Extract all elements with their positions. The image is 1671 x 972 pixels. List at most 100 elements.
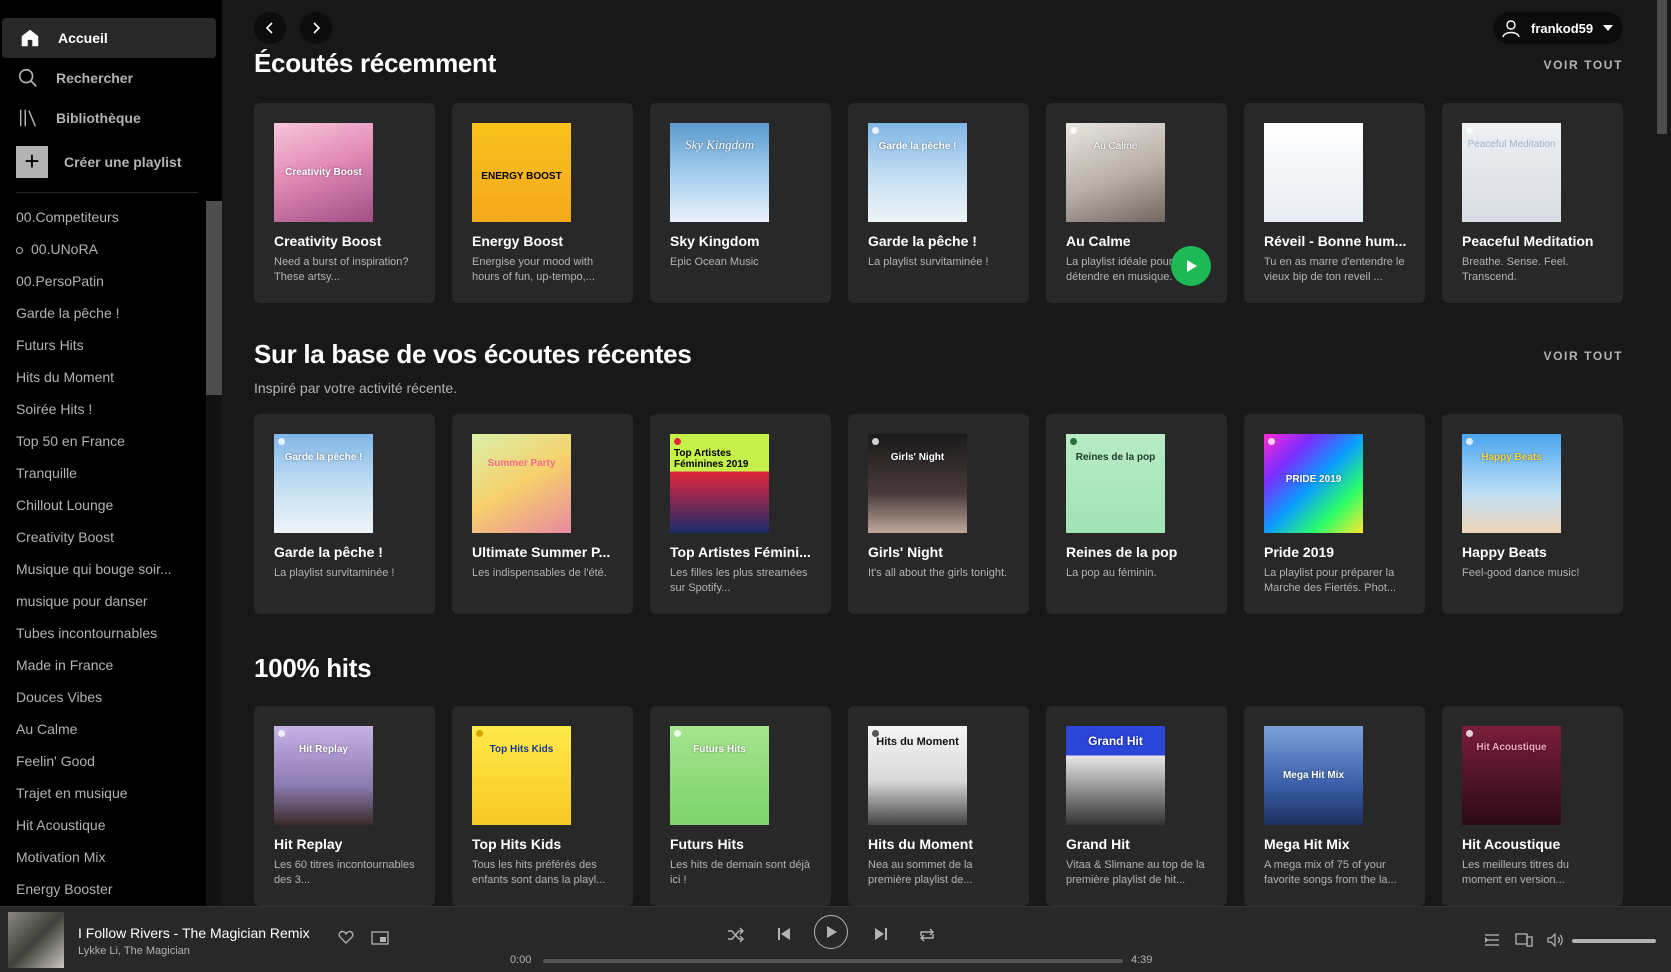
playlist-item[interactable]: musique pour danser xyxy=(0,585,200,617)
cover-label: Sky Kingdom xyxy=(685,137,754,152)
forward-button[interactable] xyxy=(300,12,332,44)
heart-icon[interactable] xyxy=(338,929,354,950)
playlist-item[interactable]: Garde la pêche ! xyxy=(0,297,200,329)
playlist-cover: PRIDE 2019 xyxy=(1264,434,1363,533)
spotify-logo-icon xyxy=(1466,438,1473,445)
spotify-logo-icon xyxy=(674,438,681,445)
playlist-card[interactable]: Garde la pêche ! Garde la pêche ! La pla… xyxy=(254,414,435,614)
playlist-card[interactable]: Grand Hit Grand Hit Vitaa & Slimane au t… xyxy=(1046,706,1227,906)
previous-button[interactable] xyxy=(777,927,791,941)
playlist-card[interactable]: Happy Beats Happy Beats Feel-good dance … xyxy=(1442,414,1623,614)
playlist-item[interactable]: Creativity Boost xyxy=(0,521,200,553)
now-playing-bar: I Follow Rivers - The Magician Remix Lyk… xyxy=(0,906,1671,972)
cover-label: Au Calme xyxy=(1093,141,1138,152)
sidebar-scrollbar[interactable] xyxy=(206,201,222,906)
playlist-card[interactable]: Hit Acoustique Hit Acoustique Les meille… xyxy=(1442,706,1623,906)
playlist-item[interactable]: Trajet en musique xyxy=(0,777,200,809)
playlist-item[interactable]: Feelin' Good xyxy=(0,745,200,777)
repeat-button[interactable] xyxy=(918,927,936,943)
playlist-item[interactable]: Au Calme xyxy=(0,713,200,745)
devices-button[interactable] xyxy=(1515,933,1533,947)
playlist-card[interactable]: Top Hits Kids Top Hits Kids Tous les hit… xyxy=(452,706,633,906)
card-row: Hit Replay Hit Replay Les 60 titres inco… xyxy=(254,706,1624,906)
now-playing-cover[interactable] xyxy=(8,912,64,968)
playlist-cover: Creativity Boost xyxy=(274,123,373,222)
volume-slider[interactable] xyxy=(1572,939,1656,943)
now-playing-title[interactable]: I Follow Rivers - The Magician Remix xyxy=(78,925,310,941)
playlist-card[interactable]: Girls' Night Girls' Night It's all about… xyxy=(848,414,1029,614)
see-all-link[interactable]: VOIR TOUT xyxy=(1543,349,1623,363)
playlist-cover: Reines de la pop xyxy=(1066,434,1165,533)
volume-button[interactable] xyxy=(1547,933,1565,947)
playlist-item[interactable]: Musique qui bouge soir... xyxy=(0,553,200,585)
playlist-item[interactable]: Tubes incontournables xyxy=(0,617,200,649)
playlist-card[interactable]: Hit Replay Hit Replay Les 60 titres inco… xyxy=(254,706,435,906)
main-scrollbar-thumb[interactable] xyxy=(1657,0,1667,134)
playlist-card[interactable]: Reines de la pop Reines de la pop La pop… xyxy=(1046,414,1227,614)
playlist-card[interactable]: Summer Party Ultimate Summer P... Les in… xyxy=(452,414,633,614)
queue-button[interactable] xyxy=(1484,933,1500,947)
playlist-item[interactable]: Futurs Hits xyxy=(0,329,200,361)
play-pause-button[interactable] xyxy=(814,915,848,949)
caret-down-icon xyxy=(1603,25,1613,31)
playlist-cover: Peaceful Meditation xyxy=(1462,123,1561,222)
playlist-item[interactable]: 00.UNoRA xyxy=(0,233,200,265)
card-description: A mega mix of 75 of your favorite songs … xyxy=(1264,859,1397,886)
play-button[interactable] xyxy=(1171,246,1211,286)
picture-in-picture-icon[interactable] xyxy=(371,931,389,950)
see-all-link[interactable]: VOIR TOUT xyxy=(1543,58,1623,72)
playlist-item[interactable]: 00.PersoPatin xyxy=(0,265,200,297)
shuffle-button[interactable] xyxy=(727,927,745,943)
playlist-card[interactable]: Garde la pêche ! Garde la pêche ! La pla… xyxy=(848,103,1029,303)
playlist-card[interactable]: Peaceful Meditation Peaceful Meditation … xyxy=(1442,103,1623,303)
repeat-icon xyxy=(920,928,934,942)
cover-label: Hit Acoustique xyxy=(1476,742,1547,753)
create-playlist-button[interactable]: + Créer une playlist xyxy=(16,146,182,178)
playlist-card[interactable]: Creativity Boost Creativity Boost Need a… xyxy=(254,103,435,303)
skip-back-icon xyxy=(778,928,790,940)
card-description: La pop au féminin. xyxy=(1066,567,1157,579)
devices-icon xyxy=(1515,933,1533,947)
playlist-item[interactable]: Chillout Lounge xyxy=(0,489,200,521)
now-playing-artist[interactable]: Lykke Li, The Magician xyxy=(78,945,190,957)
playlist-item[interactable]: Hits du Moment xyxy=(0,361,200,393)
nav-search[interactable]: Rechercher xyxy=(0,58,214,98)
next-button[interactable] xyxy=(874,927,888,941)
playlist-cover xyxy=(1264,123,1363,222)
playlist-card[interactable]: Futurs Hits Futurs Hits Les hits de dema… xyxy=(650,706,831,906)
playlist-item[interactable]: Tranquille xyxy=(0,457,200,489)
playlist-card[interactable]: Réveil - Bonne hum... Tu en as marre d'e… xyxy=(1244,103,1425,303)
card-description: Les meilleurs titres du moment en versio… xyxy=(1462,859,1569,886)
playlist-item[interactable]: Soirée Hits ! xyxy=(0,393,200,425)
playlist-item[interactable]: Douces Vibes xyxy=(0,681,200,713)
playlist-card[interactable]: ENERGY BOOST Energy Boost Energise your … xyxy=(452,103,633,303)
card-title: Reines de la pop xyxy=(1066,544,1178,560)
section-subtitle: Inspiré par votre activité récente. xyxy=(254,380,458,396)
playlist-item[interactable]: Top 50 en France xyxy=(0,425,200,457)
playlist-card[interactable]: PRIDE 2019 Pride 2019 La playlist pour p… xyxy=(1244,414,1425,614)
playlist-card[interactable]: Sky Kingdom Sky Kingdom Epic Ocean Music xyxy=(650,103,831,303)
cover-label: Reines de la pop xyxy=(1075,452,1156,463)
nav-home[interactable]: Accueil xyxy=(2,18,216,58)
nav-library[interactable]: Bibliothèque xyxy=(0,98,214,138)
user-menu-button[interactable]: frankod59 xyxy=(1493,12,1623,44)
spotify-logo-icon xyxy=(1466,127,1473,134)
playlist-item[interactable]: 00.Competiteurs xyxy=(0,201,200,233)
main-scrollbar[interactable] xyxy=(1655,0,1671,906)
playlist-item[interactable]: Motivation Mix xyxy=(0,841,200,873)
progress-bar[interactable] xyxy=(543,959,1123,963)
playlist-card[interactable]: Mega Hit Mix Mega Hit Mix A mega mix of … xyxy=(1244,706,1425,906)
playlist-cover: Happy Beats xyxy=(1462,434,1561,533)
playlist-card[interactable]: Au Calme Au Calme La playlist idéale pou… xyxy=(1046,103,1227,303)
playlist-item[interactable]: Made in France xyxy=(0,649,200,681)
playlist-card[interactable]: Top Artistes Féminines 2019 Top Artistes… xyxy=(650,414,831,614)
playlist-item[interactable]: Energy Booster xyxy=(0,873,200,905)
time-elapsed: 0:00 xyxy=(510,954,532,966)
playlist-item[interactable]: Hit Acoustique xyxy=(0,809,200,841)
section-title: Sur la base de vos écoutes récentes xyxy=(254,339,692,369)
playlist-card[interactable]: Hits du Moment Hits du Moment Nea au som… xyxy=(848,706,1029,906)
card-title: Happy Beats xyxy=(1462,544,1547,560)
back-button[interactable] xyxy=(254,12,286,44)
playlist-cover: Mega Hit Mix xyxy=(1264,726,1363,825)
sidebar-scrollbar-thumb[interactable] xyxy=(206,201,222,395)
